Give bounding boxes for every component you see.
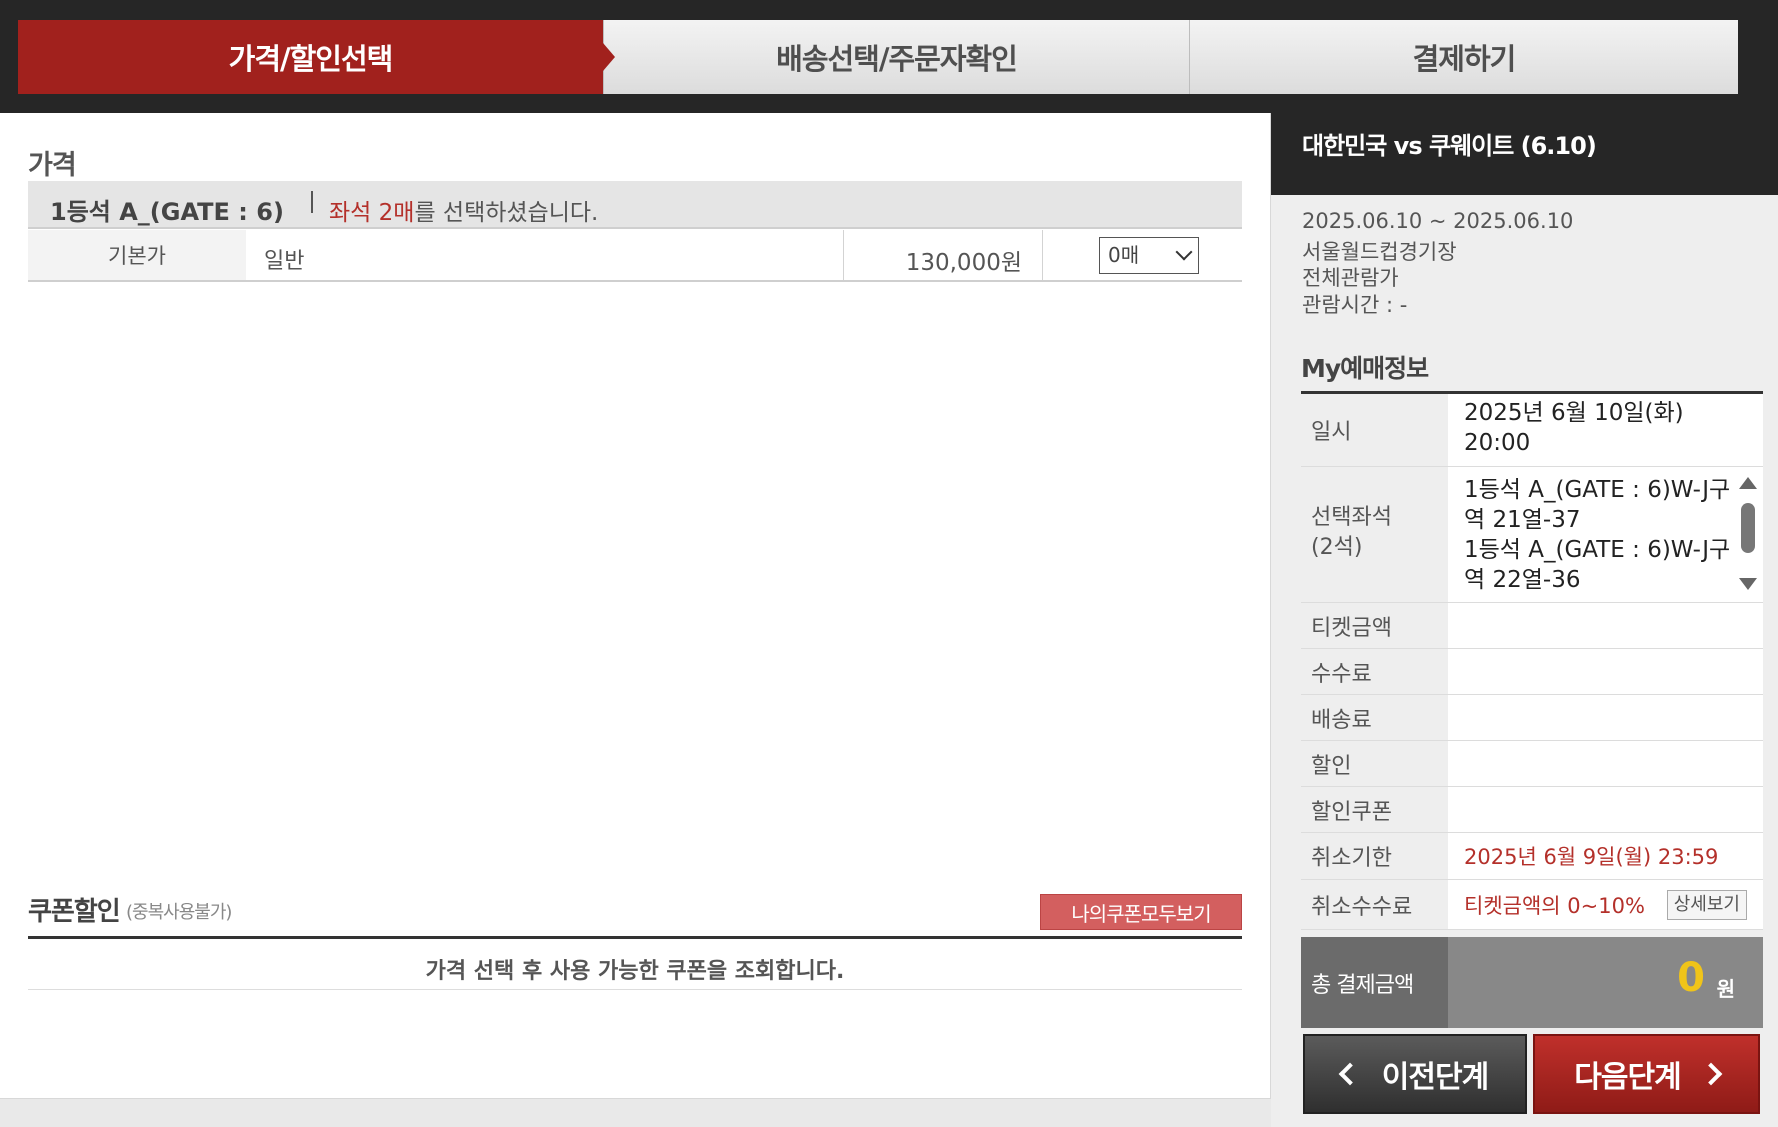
cancel-deadline-row: 취소기한 2025년 6월 9일(월) 23:59 [1301,833,1763,880]
selected-seats-row: 선택좌석 (2석) 1등석 A_(GATE : 6)W-J구역 21열-37 1… [1301,467,1763,603]
seat-grade-name: 1등석 A_(GATE : 6) [50,198,284,226]
ticket-amount-row: 티켓금액 [1301,603,1763,649]
step-delivery-orderer[interactable]: 배송선택/주문자확인 [604,20,1190,94]
chevron-left-icon [1338,1062,1362,1086]
coupon-message: 가격 선택 후 사용 가능한 쿠폰을 조회합니다. [425,959,845,984]
booking-summary-panel: 대한민국 vs 쿠웨이트 (6.10) 2025.06.10 ~ 2025.06… [1271,113,1778,1127]
scrollbar-thumb[interactable] [1741,503,1755,553]
step-price-discount[interactable]: 가격/할인선택 [18,20,615,94]
seat-count: 좌석 2매 [329,200,415,226]
quantity-select[interactable]: 0매 [1099,237,1199,274]
discount-coupon-value [1448,787,1763,832]
next-step-button[interactable]: 다음단계 [1533,1034,1760,1114]
event-duration: 관람시간 : - [1302,293,1408,317]
divider [28,989,1242,990]
cancel-deadline-value: 2025년 6월 9일(월) 23:59 [1448,833,1763,879]
top-bar: 가격/할인선택 배송선택/주문자확인 결제하기 [0,0,1778,113]
selected-seats-label-text: 선택좌석 [1311,505,1392,530]
event-title: 대한민국 vs 쿠웨이트 (6.10) [1302,132,1597,160]
chevron-right-icon [1699,1062,1723,1086]
seat-count-message: 좌석 2매를 선택하셨습니다. [329,193,598,227]
price-row-label: 기본가 [28,230,246,280]
cancel-deadline-label: 취소기한 [1301,833,1448,879]
previous-step-button[interactable]: 이전단계 [1303,1034,1527,1114]
booking-date-label: 일시 [1301,394,1448,466]
cancel-fee-label: 취소수수료 [1301,880,1448,929]
booking-date: 2025년 6월 10일(화) [1464,400,1684,426]
seat-item: 1등석 A_(GATE : 6)W-J구역 22열-36 [1464,537,1731,593]
seat-item: 1등석 A_(GATE : 6)W-J구역 21열-37 [1464,477,1731,533]
fee-label: 수수료 [1301,649,1448,694]
ticket-amount-value [1448,603,1763,648]
coupon-section-title: 쿠폰할인 [28,897,121,927]
total-amount: 0 [1677,955,1705,1001]
price-row: 기본가 일반 130,000원 0매 [28,230,1242,282]
event-period: 2025.06.10 ~ 2025.06.10 [1302,209,1574,233]
fee-value [1448,649,1763,694]
discount-value [1448,741,1763,786]
selected-seats-label: 선택좌석 (2석) [1301,467,1448,602]
step-payment[interactable]: 결제하기 [1190,20,1738,94]
cancel-fee-detail-button[interactable]: 상세보기 [1666,890,1747,920]
discount-label: 할인 [1301,741,1448,786]
quantity-select-value: 0매 [1108,243,1140,267]
divider [311,191,313,213]
divider [1042,230,1043,280]
booking-date-row: 일시 2025년 6월 10일(화) 20:00 [1301,394,1763,467]
fee-row: 수수료 [1301,649,1763,695]
scroll-down-icon[interactable] [1739,578,1757,590]
delivery-fee-label: 배송료 [1301,695,1448,740]
seat-grade-bar: 1등석 A_(GATE : 6) 좌석 2매를 선택하셨습니다. [28,181,1242,229]
price-section-title: 가격 [28,150,77,181]
discount-coupon-label: 할인쿠폰 [1301,787,1448,832]
seat-count-suffix: 를 선택하셨습니다. [414,200,599,226]
previous-step-label: 이전단계 [1381,1060,1489,1095]
view-my-coupons-button[interactable]: 나의쿠폰모두보기 [1040,894,1242,930]
booking-date-value: 2025년 6월 10일(화) 20:00 [1448,394,1763,466]
booking-time: 20:00 [1464,430,1531,456]
delivery-fee-value [1448,695,1763,740]
booking-info-table: 일시 2025년 6월 10일(화) 20:00 선택좌석 (2석) 1등석 A… [1301,394,1763,930]
my-booking-title: My예매정보 [1301,354,1429,383]
chevron-down-icon [1175,243,1193,261]
divider [28,936,1242,939]
total-payment-value: 0 원 [1448,937,1763,1028]
price-type: 일반 [264,249,305,274]
main-panel: 가격 1등석 A_(GATE : 6) 좌석 2매를 선택하셨습니다. 기본가 … [0,113,1271,1099]
cancel-fee-text: 티켓금액의 0~10% [1464,893,1645,918]
selected-seats-list[interactable]: 1등석 A_(GATE : 6)W-J구역 21열-37 1등석 A_(GATE… [1448,467,1763,602]
price-amount: 130,000원 [905,250,1022,276]
total-payment: 총 결제금액 0 원 [1301,937,1763,1028]
discount-coupon-row: 할인쿠폰 [1301,787,1763,833]
total-currency: 원 [1716,977,1735,1001]
scroll-up-icon[interactable] [1739,477,1757,489]
divider [843,230,844,280]
step-navigation: 가격/할인선택 배송선택/주문자확인 결제하기 [18,20,1738,94]
next-step-label: 다음단계 [1574,1060,1681,1095]
coupon-section-subtitle: (중복사용불가) [126,902,232,923]
selected-seats-count: (2석) [1311,535,1363,560]
delivery-fee-row: 배송료 [1301,695,1763,741]
cancel-fee-value: 티켓금액의 0~10% 상세보기 [1448,880,1763,929]
event-rating: 전체관람가 [1302,266,1399,290]
discount-row: 할인 [1301,741,1763,787]
event-header: 대한민국 vs 쿠웨이트 (6.10) [1271,113,1778,195]
cancel-fee-row: 취소수수료 티켓금액의 0~10% 상세보기 [1301,880,1763,930]
total-payment-label: 총 결제금액 [1301,937,1448,1028]
ticket-amount-label: 티켓금액 [1301,603,1448,648]
